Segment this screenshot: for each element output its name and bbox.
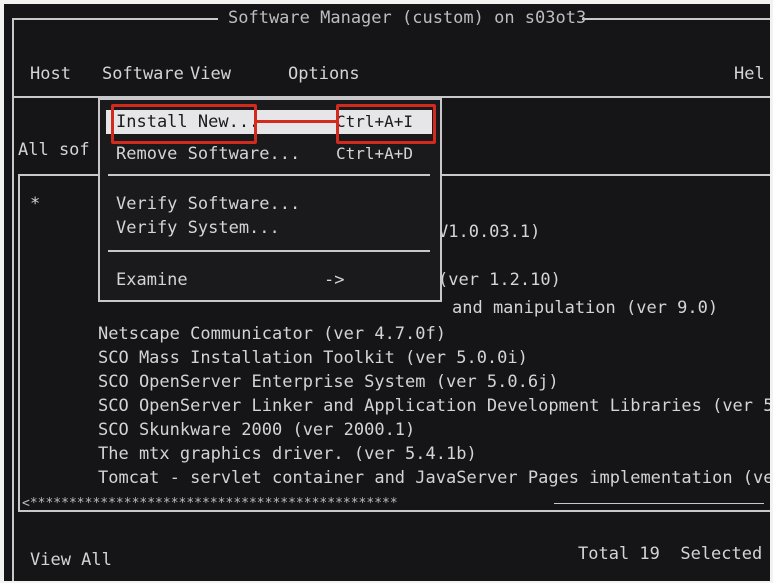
list-item[interactable]: SCO Mass Installation Toolkit (ver 5.0.0… (98, 348, 528, 368)
menu-help[interactable]: Hel (734, 64, 765, 84)
status-view: View All (30, 550, 112, 570)
callout-install-new (111, 104, 257, 144)
window-frame-left (12, 18, 14, 581)
list-item[interactable]: Netscape Communicator (ver 4.7.0f) (98, 324, 446, 344)
list-marker: * (30, 194, 41, 214)
status-counts: Total 19 Selected 1 (578, 544, 770, 564)
horizontal-scrollbar[interactable]: <***************************************… (22, 494, 398, 514)
list-frame-left (18, 174, 20, 512)
callout-shortcut (336, 104, 436, 144)
menu-options[interactable]: Options (288, 64, 360, 84)
menu-item-verify-system[interactable]: Verify System... (116, 218, 280, 238)
list-item[interactable]: Tomcat - servlet container and JavaServe… (98, 468, 770, 488)
menu-item-remove-software[interactable]: Remove Software... (116, 144, 300, 164)
menu-view[interactable]: View (190, 64, 231, 84)
menu-software[interactable]: Software (102, 64, 184, 84)
list-item[interactable]: SCO OpenServer Enterprise System (ver 5.… (98, 372, 559, 392)
menu-item-verify-software[interactable]: Verify Software... (116, 194, 300, 214)
list-item[interactable]: SCO Skunkware 2000 (ver 2000.1) (98, 420, 415, 440)
list-item-partial[interactable]: V1.0.03.1) (438, 222, 540, 242)
list-item-partial[interactable]: (ver 1.2.10) (438, 270, 561, 290)
menu-separator (108, 174, 430, 176)
menu-host[interactable]: Host (30, 64, 71, 84)
list-item[interactable]: SCO OpenServer Linker and Application De… (98, 396, 770, 416)
list-item[interactable]: The mtx graphics driver. (ver 5.4.1b) (98, 444, 477, 464)
shortcut-remove-software: Ctrl+A+D (336, 144, 414, 163)
menu-separator (108, 250, 430, 252)
callout-connector (254, 120, 336, 123)
submenu-arrow-icon: -> (324, 270, 345, 290)
scroll-track (554, 503, 764, 504)
list-item-partial[interactable]: and manipulation (ver 9.0) (452, 298, 718, 318)
window-frame-top-left (12, 18, 218, 20)
list-heading: All sof (18, 140, 90, 160)
window-frame-top-right (582, 18, 770, 20)
window-title: Software Manager (custom) on s03ot3 (228, 8, 587, 28)
menu-item-examine[interactable]: Examine (116, 270, 188, 290)
terminal-screen: Software Manager (custom) on s03ot3 Host… (4, 4, 770, 581)
